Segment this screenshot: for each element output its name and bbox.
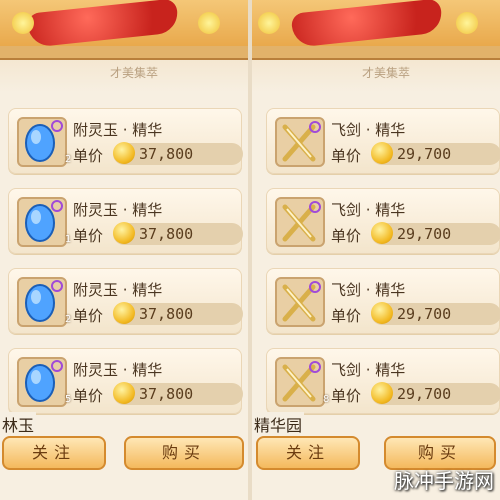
item-price: 37,800 — [139, 305, 194, 323]
item-icon-box: 8 — [275, 357, 329, 407]
coin-icon — [113, 302, 135, 324]
unit-price-label: 单价 — [73, 227, 104, 245]
item-name: 附灵玉 · 精华 — [73, 121, 163, 139]
item-name: 飞剑 · 精华 — [331, 121, 406, 139]
item-card[interactable]: 1 附灵玉 · 精华 单价 37,800 — [8, 188, 243, 254]
crossed-swords-icon — [282, 201, 321, 242]
shop-header: 才美集萃 — [0, 0, 248, 92]
header-deco-text: 才美集萃 — [362, 66, 411, 80]
item-quantity: 1 — [65, 234, 72, 245]
item-price: 37,800 — [139, 385, 194, 403]
item-icon-box: 2 — [17, 277, 71, 327]
beam-decoration — [252, 46, 500, 60]
item-price: 37,800 — [139, 225, 194, 243]
follow-button[interactable]: 关注 — [256, 436, 360, 470]
item-name: 飞剑 · 精华 — [331, 201, 406, 219]
item-card[interactable]: 5 附灵玉 · 精华 单价 37,800 — [8, 348, 243, 414]
blue-jade-icon — [25, 360, 63, 402]
flower-icon — [12, 12, 34, 34]
item-card[interactable]: 飞剑 · 精华 单价 29,700 — [266, 108, 500, 174]
beam-decoration — [0, 46, 248, 60]
item-quantity: 2 — [65, 314, 72, 325]
item-icon-box: 5 — [17, 357, 71, 407]
unit-price-label: 单价 — [331, 307, 362, 325]
blue-jade-icon — [25, 280, 63, 322]
item-quantity: 2 — [65, 154, 72, 165]
item-quantity: 8 — [323, 394, 330, 405]
header-deco-text: 才美集萃 — [110, 66, 159, 80]
unit-price-label: 单价 — [73, 307, 104, 325]
item-name: 附灵玉 · 精华 — [73, 281, 163, 299]
item-name: 飞剑 · 精华 — [331, 281, 406, 299]
flower-icon — [198, 12, 220, 34]
crossed-swords-icon — [282, 281, 321, 322]
crossed-swords-icon — [282, 121, 321, 162]
item-icon-box: 1 — [17, 197, 71, 247]
buy-button[interactable]: 购买 — [124, 436, 244, 470]
item-name: 附灵玉 · 精华 — [73, 201, 163, 219]
blue-jade-icon — [25, 200, 63, 242]
item-price: 37,800 — [139, 145, 194, 163]
crossed-swords-icon — [282, 361, 321, 402]
unit-price-label: 单价 — [331, 387, 362, 405]
item-price: 29,700 — [397, 305, 452, 323]
coin-icon — [371, 302, 393, 324]
coin-icon — [113, 222, 135, 244]
flower-icon — [456, 12, 478, 34]
shop-header: 才美集萃 — [252, 0, 500, 92]
coin-icon — [371, 222, 393, 244]
blue-jade-icon — [25, 120, 63, 162]
shop-panel-right: 才美集萃 飞剑 · 精华 单价 29,700 飞剑 · 精华 单价 29,700… — [252, 0, 500, 500]
item-icon-box — [275, 277, 325, 327]
item-card[interactable]: 8 飞剑 · 精华 单价 29,700 — [266, 348, 500, 414]
unit-price-label: 单价 — [331, 147, 362, 165]
unit-price-label: 单价 — [73, 387, 104, 405]
item-card[interactable]: 飞剑 · 精华 单价 29,700 — [266, 268, 500, 334]
unit-price-label: 单价 — [73, 147, 104, 165]
item-price: 29,700 — [397, 385, 452, 403]
flower-icon — [258, 12, 280, 34]
item-name: 附灵玉 · 精华 — [73, 361, 163, 379]
coin-icon — [371, 142, 393, 164]
coin-icon — [113, 142, 135, 164]
shop-name: 林玉 — [0, 412, 37, 436]
item-card[interactable]: 2 附灵玉 · 精华 单价 37,800 — [8, 268, 243, 334]
item-card[interactable]: 2 附灵玉 · 精华 单价 37,800 — [8, 108, 243, 174]
coin-icon — [113, 382, 135, 404]
watermark-text: 脉冲手游网 — [394, 469, 494, 493]
unit-price-label: 单价 — [331, 227, 362, 245]
follow-button[interactable]: 关注 — [2, 436, 106, 470]
shop-name: 精华园 — [252, 412, 305, 436]
item-name: 飞剑 · 精华 — [331, 361, 406, 379]
item-price: 29,700 — [397, 145, 452, 163]
shop-panel-left: 才美集萃 2 附灵玉 · 精华 单价 37,800 1 附灵玉 · 精华 单价 … — [0, 0, 248, 500]
item-icon-box — [275, 117, 325, 167]
item-price: 29,700 — [397, 225, 452, 243]
item-quantity: 5 — [65, 394, 72, 405]
item-icon-box: 2 — [17, 117, 71, 167]
item-icon-box — [275, 197, 325, 247]
item-card[interactable]: 飞剑 · 精华 单价 29,700 — [266, 188, 500, 254]
coin-icon — [371, 382, 393, 404]
